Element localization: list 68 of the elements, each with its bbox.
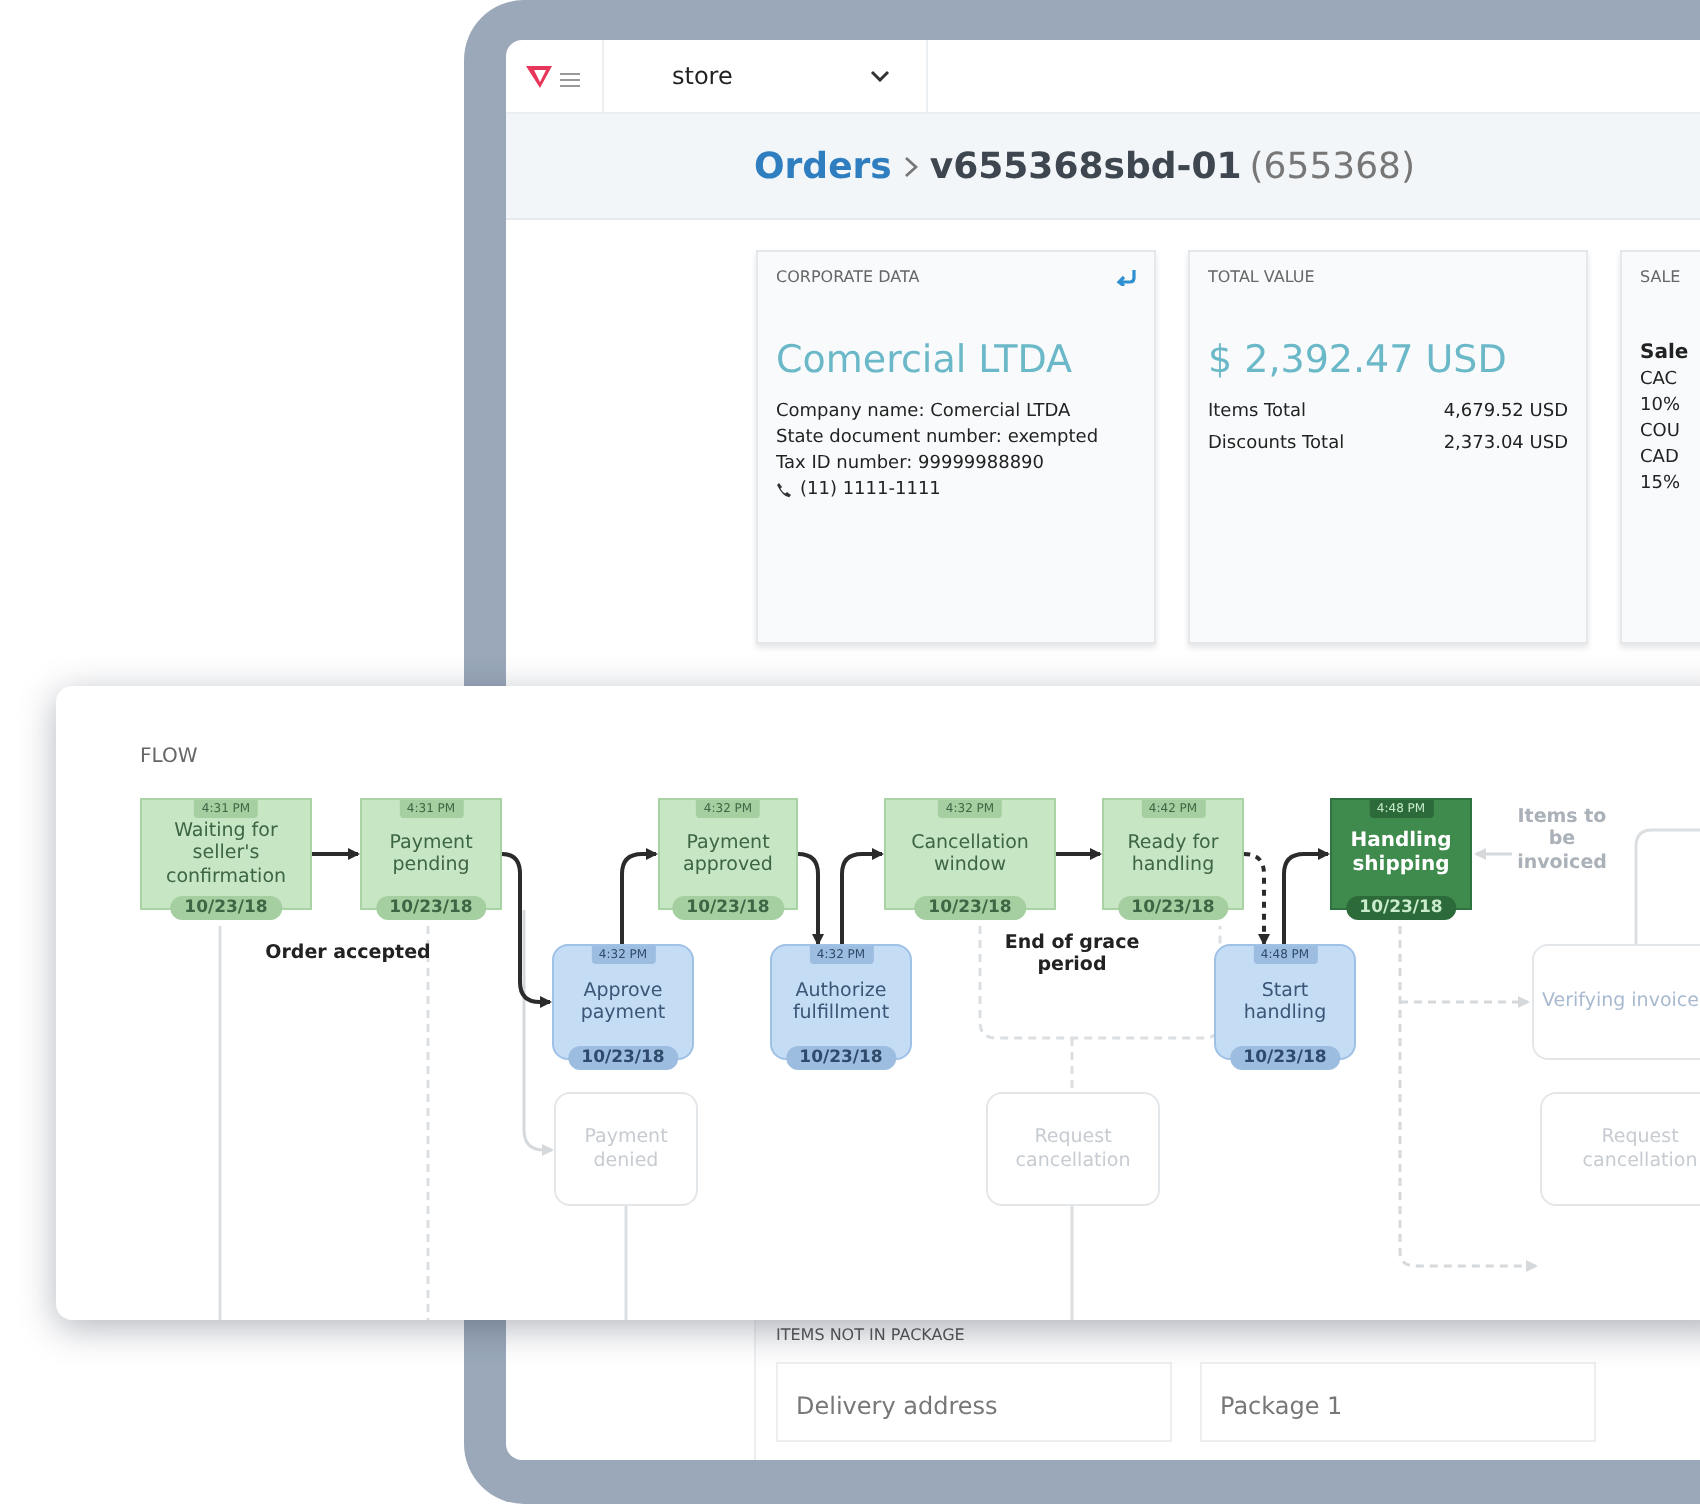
step-date: 10/23/18 [375, 896, 487, 920]
connector-arrow [797, 852, 824, 946]
step-date: 10/23/18 [1229, 1046, 1341, 1070]
chevron-down-icon [870, 70, 890, 82]
step-label: Request cancellation [1013, 1126, 1133, 1172]
connector-arrow [620, 848, 658, 944]
step-date: 10/23/18 [1117, 896, 1229, 920]
connector-arrow [1474, 848, 1512, 860]
step-label: Payment pending [387, 831, 475, 877]
step-date: 10/23/18 [1345, 896, 1457, 920]
connector-arrow [1056, 848, 1102, 860]
phone-number: (11) 1111-1111 [800, 480, 941, 500]
step-label: Cancellation window [909, 831, 1031, 877]
step-label: Authorize fulfillment [790, 979, 892, 1025]
connector-arrow [1282, 848, 1330, 944]
flow-annotation: Items to be invoiced [1515, 806, 1609, 875]
step-label: Handling shipping [1348, 830, 1454, 878]
package-card-title: Package 1 [1220, 1392, 1343, 1420]
section-title: ITEMS NOT IN PACKAGE [776, 1326, 967, 1344]
step-date: 10/23/18 [785, 1046, 897, 1070]
step-date: 10/23/18 [914, 896, 1026, 920]
step-label: Request cancellation [1580, 1126, 1700, 1172]
card-headline: Comercial LTDA [776, 338, 1075, 382]
breadcrumb-link[interactable]: Orders [754, 145, 892, 187]
connector-line [1634, 828, 1700, 944]
connector-arrow [1243, 852, 1270, 946]
flow-annotation: End of grace period [1002, 932, 1142, 978]
card-headline: $ 2,392.47 USD [1208, 338, 1509, 382]
step-label: Payment approved [681, 831, 775, 877]
card-title: TOTAL VALUE [1208, 268, 1315, 286]
connector-arrow [840, 848, 884, 944]
package-card-title: Delivery address [796, 1392, 998, 1420]
card-title: SALE [1640, 268, 1681, 286]
total-value: 4,679.52 USD [1443, 402, 1568, 422]
store-selector[interactable]: store [604, 40, 928, 112]
logo-icon [524, 62, 584, 90]
card-line: CAC [1640, 370, 1680, 390]
step-date: 10/23/18 [170, 896, 282, 920]
order-id: v655368sbd-01 [929, 145, 1242, 187]
flow-title: FLOW [140, 746, 198, 768]
card-line: 10% [1640, 396, 1683, 416]
connector-arrow [312, 848, 360, 860]
card-title: CORPORATE DATA [776, 268, 920, 286]
order-number: (655368) [1249, 145, 1416, 187]
card-line: CAD [1640, 448, 1681, 468]
flow-annotation: Order accepted [263, 942, 433, 965]
store-value: store [672, 62, 733, 90]
total-value: 2,373.04 USD [1443, 434, 1568, 454]
connector-line [1070, 1206, 1074, 1320]
step-label: Approve payment [578, 979, 668, 1025]
step-label: Start handling [1241, 979, 1329, 1025]
connector-line [624, 1206, 628, 1320]
total-label: Discounts Total [1208, 434, 1345, 454]
step-date: 10/23/18 [672, 896, 784, 920]
step-label: Waiting for seller's confirmation [163, 819, 289, 889]
step-label: Verifying invoice [1540, 990, 1700, 1014]
card-line: COU [1640, 422, 1682, 442]
total-label: Items Total [1208, 402, 1307, 422]
chevron-right-icon [903, 155, 918, 177]
card-line: Company name: Comercial LTDA [776, 402, 1073, 422]
card-line: Sale [1640, 342, 1691, 364]
phone-icon [776, 482, 792, 498]
step-date: 10/23/18 [567, 1046, 679, 1070]
card-line: State document number: exempted [776, 428, 1101, 448]
step-label: Payment denied [582, 1126, 670, 1172]
card-line: 15% [1640, 474, 1683, 494]
card-line: Tax ID number: 99999988890 [776, 454, 1047, 474]
step-label: Ready for handling [1125, 831, 1221, 877]
